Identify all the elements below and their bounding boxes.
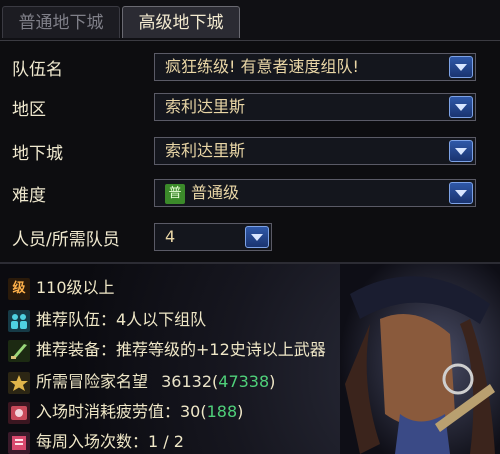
- dropdown-arrow-icon[interactable]: [449, 56, 473, 78]
- dungeon-value: 索利达里斯: [165, 141, 246, 160]
- region-label: 地区: [12, 100, 46, 120]
- dungeon-info-panel: 级 110级以上 推荐队伍：4人以下组队 推荐装备：推荐等级的+12史诗以上武器 …: [0, 262, 500, 454]
- weekly-icon: [8, 431, 30, 454]
- members-value: 4: [165, 227, 176, 246]
- dropdown-arrow-icon[interactable]: [449, 182, 473, 204]
- difficulty-badge: 普: [165, 183, 185, 204]
- equip-row: 推荐装备：推荐等级的+12史诗以上武器: [8, 336, 326, 362]
- dungeon-select[interactable]: 索利达里斯: [154, 137, 476, 165]
- difficulty-value: 普通级: [191, 183, 240, 202]
- members-label: 人员/所需队员: [12, 230, 120, 250]
- weekly-row: 每周入场次数：1 / 2: [8, 428, 184, 454]
- tab-bar: 普通地下城 高级地下城: [0, 0, 500, 40]
- fame-icon: [8, 371, 30, 394]
- dropdown-arrow-icon[interactable]: [449, 96, 473, 118]
- region-value: 索利达里斯: [165, 97, 246, 116]
- fatigue-icon: [8, 401, 30, 424]
- dropdown-arrow-icon[interactable]: [245, 226, 269, 248]
- fame-current: 47338: [218, 372, 270, 391]
- tab-normal-dungeon[interactable]: 普通地下城: [2, 6, 120, 38]
- team-text: 推荐队伍：4人以下组队: [36, 310, 207, 329]
- level-row: 级 110级以上: [8, 274, 115, 300]
- fatigue-row: 入场时消耗疲劳值：30(188): [8, 398, 243, 424]
- equip-text: 推荐装备：推荐等级的+12史诗以上武器: [36, 340, 326, 359]
- team-icon: [8, 309, 30, 332]
- fame-required: 36132: [161, 372, 213, 391]
- members-select[interactable]: 4: [154, 223, 272, 251]
- difficulty-select[interactable]: 普普通级: [154, 179, 476, 207]
- difficulty-label: 难度: [12, 186, 46, 206]
- dropdown-arrow-icon[interactable]: [449, 140, 473, 162]
- level-icon: 级: [8, 277, 30, 300]
- team-name-value: 疯狂练级! 有意者速度组队!: [165, 57, 359, 76]
- tab-advanced-dungeon[interactable]: 高级地下城: [122, 6, 240, 38]
- fame-row: 所需冒险家名望 36132(47338): [8, 368, 275, 394]
- fatigue-current: 188: [206, 402, 238, 421]
- character-portrait: [340, 264, 500, 454]
- fame-label: 所需冒险家名望: [36, 372, 149, 391]
- team-name-select[interactable]: 疯狂练级! 有意者速度组队!: [154, 53, 476, 81]
- equip-icon: [8, 339, 30, 362]
- team-name-label: 队伍名: [12, 60, 63, 80]
- dungeon-label: 地下城: [12, 144, 63, 164]
- party-form: 队伍名 疯狂练级! 有意者速度组队! 地区 索利达里斯 地下城 索利达里斯 难度…: [0, 40, 500, 263]
- team-row: 推荐队伍：4人以下组队: [8, 306, 207, 332]
- region-select[interactable]: 索利达里斯: [154, 93, 476, 121]
- level-text: 110级以上: [36, 278, 115, 297]
- weekly-text: 每周入场次数：1 / 2: [36, 432, 184, 451]
- fatigue-label: 入场时消耗疲劳值：30: [36, 402, 201, 421]
